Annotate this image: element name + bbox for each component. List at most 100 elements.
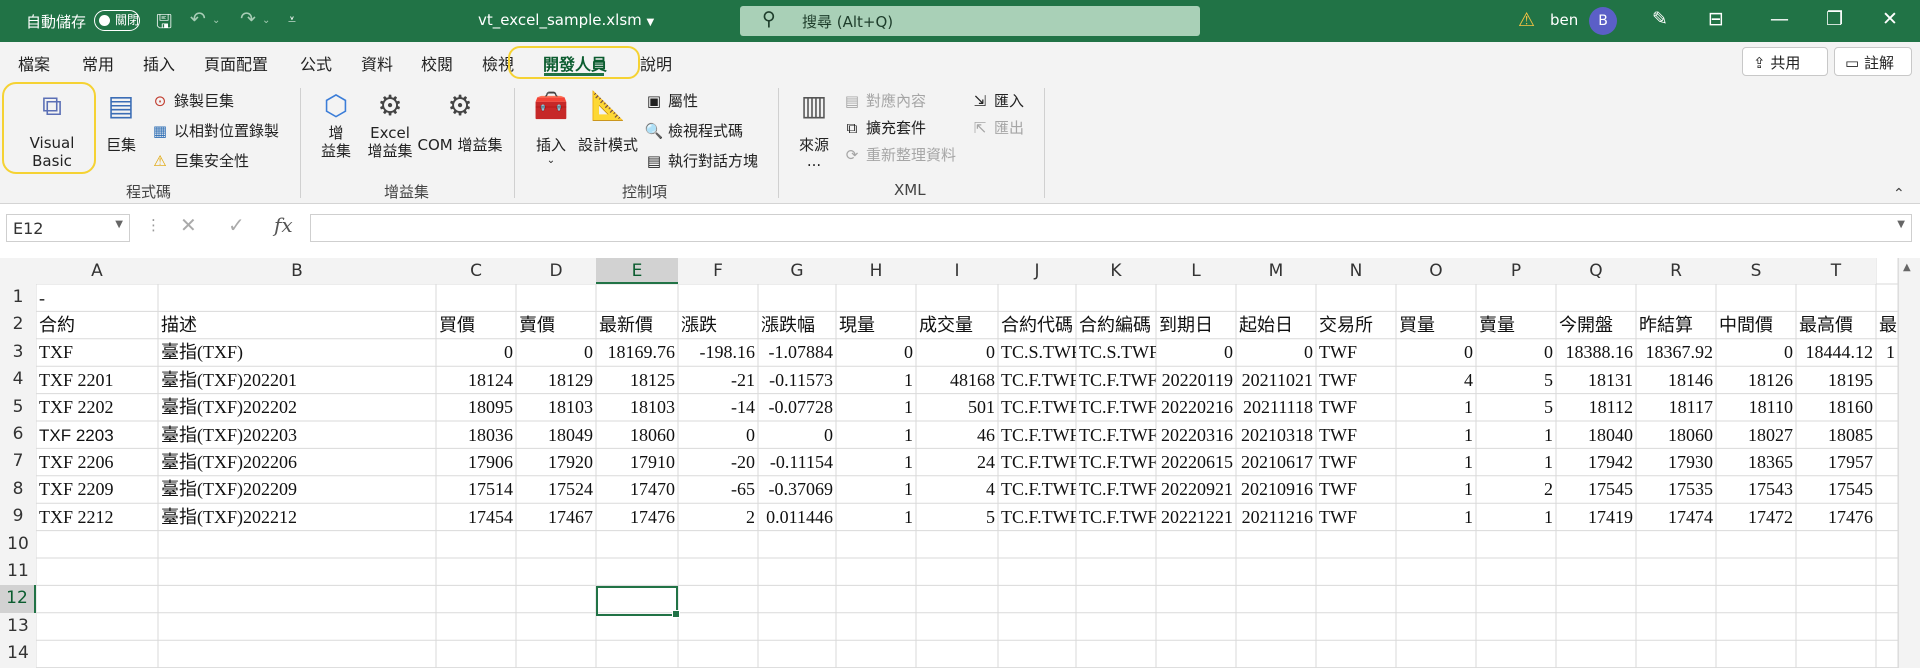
cell[interactable]: 17476: [596, 504, 678, 531]
cell[interactable]: TC.F.TWF: [1076, 504, 1156, 531]
search-box[interactable]: ⚲ 搜尋 (Alt+Q): [740, 6, 1200, 36]
cell[interactable]: 18040: [1556, 422, 1636, 449]
cell[interactable]: 18036: [436, 422, 516, 449]
comments-button[interactable]: ▭ 註解: [1834, 47, 1912, 76]
cell[interactable]: 20210617: [1236, 449, 1316, 476]
macro-security-button[interactable]: ⚠ 巨集安全性: [150, 150, 249, 171]
cell[interactable]: 18125: [596, 367, 678, 394]
cell[interactable]: 20211216: [1236, 504, 1316, 531]
row-header-9[interactable]: 9: [0, 503, 36, 531]
insert-control-button[interactable]: 🧰 插入 ⌄: [528, 88, 574, 166]
insert-function-icon[interactable]: fx: [274, 213, 293, 237]
cell[interactable]: 5: [1476, 367, 1556, 394]
tab-home[interactable]: 常用: [82, 51, 114, 75]
tab-insert[interactable]: 插入: [143, 51, 175, 75]
row-header-14[interactable]: 14: [0, 640, 36, 668]
cell[interactable]: 18095: [436, 394, 516, 421]
cell[interactable]: TXF: [36, 339, 158, 366]
properties-button[interactable]: ▣ 屬性: [644, 90, 698, 111]
cell[interactable]: 中間價: [1716, 312, 1796, 339]
cell[interactable]: -20: [678, 449, 758, 476]
cell[interactable]: 描述: [158, 312, 436, 339]
row-header-1[interactable]: 1: [0, 284, 36, 312]
ribbon-display-icon[interactable]: ⊟: [1708, 8, 1724, 30]
tab-review[interactable]: 校閱: [421, 51, 453, 75]
cell[interactable]: 2: [678, 504, 758, 531]
cell[interactable]: TC.F.TWF: [1076, 422, 1156, 449]
cell[interactable]: 17514: [436, 476, 516, 503]
xml-source-button[interactable]: ▥ 來源 ...: [792, 88, 836, 169]
cell[interactable]: 0: [1236, 339, 1316, 366]
cell[interactable]: TC.F.TWF: [1076, 449, 1156, 476]
cell[interactable]: -0.37069: [758, 476, 836, 503]
pen-icon[interactable]: ✎: [1652, 8, 1668, 30]
cell[interactable]: 臺指(TXF)202206: [158, 449, 436, 476]
cell[interactable]: 漲跌幅: [758, 312, 836, 339]
cell[interactable]: TC.F.TWF: [998, 504, 1076, 531]
cell[interactable]: 4: [1396, 367, 1476, 394]
cell[interactable]: 18367.92: [1636, 339, 1716, 366]
row-header-6[interactable]: 6: [0, 421, 36, 449]
collapse-ribbon-icon[interactable]: ⌃: [1893, 186, 1905, 202]
cell[interactable]: 18195: [1796, 367, 1876, 394]
column-header-p[interactable]: P: [1476, 258, 1556, 284]
cell[interactable]: -: [36, 285, 158, 312]
cell[interactable]: 0: [516, 339, 596, 366]
column-header-j[interactable]: J: [998, 258, 1076, 284]
macros-button[interactable]: ▤ 巨集: [100, 88, 142, 155]
column-header-c[interactable]: C: [436, 258, 516, 284]
share-button[interactable]: ⇪ 共用: [1742, 47, 1828, 76]
tab-file[interactable]: 檔案: [18, 51, 50, 75]
cell[interactable]: 18131: [1556, 367, 1636, 394]
cell[interactable]: 20210916: [1236, 476, 1316, 503]
tab-help[interactable]: 說明: [640, 51, 672, 75]
cell[interactable]: TC.F.TWF: [998, 394, 1076, 421]
cell[interactable]: -198.16: [678, 339, 758, 366]
cell[interactable]: 交易所: [1316, 312, 1396, 339]
cell[interactable]: TC.F.TWF: [998, 449, 1076, 476]
cell[interactable]: 48168: [916, 367, 998, 394]
cell[interactable]: 漲跌: [678, 312, 758, 339]
cell[interactable]: 臺指(TXF)202209: [158, 476, 436, 503]
cell[interactable]: 0: [436, 339, 516, 366]
column-header-r[interactable]: R: [1636, 258, 1716, 284]
cell[interactable]: 合約編碼: [1076, 312, 1156, 339]
cell[interactable]: 18160: [1796, 394, 1876, 421]
relative-reference-button[interactable]: ▦ 以相對位置錄製: [150, 120, 279, 141]
cell[interactable]: 18169.76: [596, 339, 678, 366]
row-header-4[interactable]: 4: [0, 366, 36, 394]
cell[interactable]: 18444.12: [1796, 339, 1876, 366]
design-mode-button[interactable]: 📐 設計模式: [578, 88, 638, 155]
cell[interactable]: 24: [916, 449, 998, 476]
cell[interactable]: 今開盤: [1556, 312, 1636, 339]
cell[interactable]: 臺指(TXF)202203: [158, 422, 436, 449]
cell[interactable]: 17545: [1556, 476, 1636, 503]
cell[interactable]: 18117: [1636, 394, 1716, 421]
column-header-f[interactable]: F: [678, 258, 758, 284]
column-header-g[interactable]: G: [758, 258, 836, 284]
column-header-h[interactable]: H: [836, 258, 916, 284]
undo-icon[interactable]: ↶: [190, 8, 206, 30]
cell[interactable]: TXF 2212: [36, 504, 158, 531]
cell[interactable]: 20221221: [1156, 504, 1236, 531]
map-properties-button[interactable]: ▤ 對應內容: [842, 90, 926, 111]
cell[interactable]: 1: [1396, 504, 1476, 531]
avatar[interactable]: B: [1589, 7, 1617, 35]
cell[interactable]: 最新價: [596, 312, 678, 339]
cell[interactable]: 起始日: [1236, 312, 1316, 339]
cell[interactable]: 501: [916, 394, 998, 421]
column-header-e[interactable]: E: [596, 258, 678, 284]
cell[interactable]: 18049: [516, 422, 596, 449]
cell[interactable]: 1: [836, 449, 916, 476]
scroll-up-icon[interactable]: ▲: [1903, 262, 1911, 273]
cell[interactable]: TC.F.TWF: [1076, 367, 1156, 394]
cell[interactable]: 0: [1396, 339, 1476, 366]
redo-dropdown-icon[interactable]: ⌄: [262, 15, 270, 26]
formula-bar-drag-handle[interactable]: ⋮: [146, 216, 161, 234]
cell[interactable]: 20211118: [1236, 394, 1316, 421]
cell[interactable]: 17910: [596, 449, 678, 476]
column-header-i[interactable]: I: [916, 258, 998, 284]
cell[interactable]: 18103: [596, 394, 678, 421]
column-header-l[interactable]: L: [1156, 258, 1236, 284]
cell[interactable]: 1: [1396, 394, 1476, 421]
